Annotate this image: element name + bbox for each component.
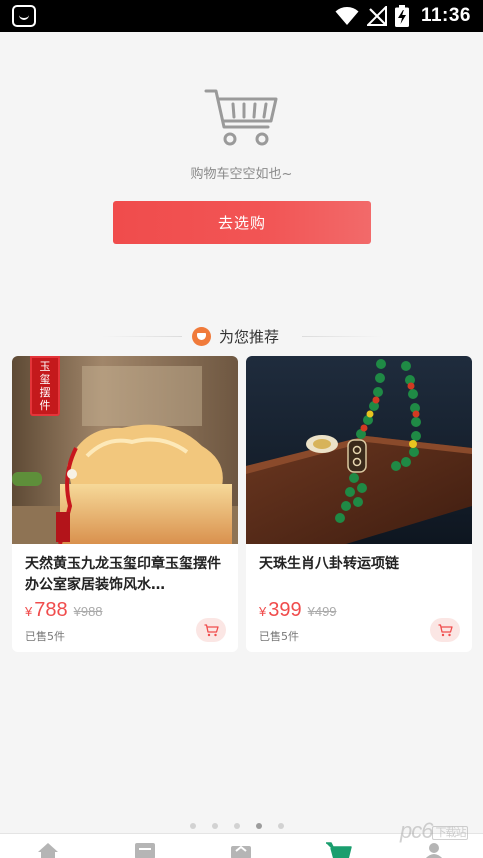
pager-dot[interactable]	[278, 823, 284, 829]
price: ¥788	[25, 599, 68, 621]
divider-right	[302, 336, 382, 337]
list-icon[interactable]	[134, 842, 156, 858]
dzi-necklace-photo	[246, 356, 472, 544]
product-tag: 玉玺摆件	[30, 356, 60, 416]
product-card[interactable]: 玉玺摆件 天然黄玉九龙玉玺印章玉玺摆件办公室家居装饰风水… ¥788 ¥988 …	[12, 356, 238, 652]
recommend-header: 为您推荐	[0, 324, 483, 350]
wifi-icon	[335, 7, 359, 25]
add-to-cart-button[interactable]	[430, 618, 460, 642]
product-image-jade-seal[interactable]: 玉玺摆件	[12, 356, 238, 544]
price-row: ¥788 ¥988	[25, 599, 103, 622]
shopping-cart-icon	[204, 89, 278, 146]
pager-dot[interactable]	[234, 823, 240, 829]
watermark: pc6 下载站	[400, 818, 469, 844]
pager-dot-active[interactable]	[256, 823, 262, 829]
gift-box-icon[interactable]	[230, 842, 252, 858]
no-signal-icon	[366, 6, 387, 26]
shopping-cart-icon	[204, 623, 219, 636]
user-icon[interactable]	[424, 842, 444, 858]
pager-dots	[190, 823, 284, 829]
status-icons: 11:36	[335, 4, 471, 28]
sold-count: 已售5件	[259, 630, 299, 643]
shopping-cart-icon	[438, 623, 453, 636]
sold-count: 已售5件	[25, 630, 65, 643]
pager-dot[interactable]	[212, 823, 218, 829]
pager-dot[interactable]	[190, 823, 196, 829]
price: ¥399	[259, 599, 302, 621]
heart-badge-icon	[192, 327, 211, 346]
divider-left	[102, 336, 182, 337]
empty-cart-state: 购物车空空如也~ 去选购	[0, 32, 483, 302]
add-to-cart-button[interactable]	[196, 618, 226, 642]
product-title[interactable]: 天珠生肖八卦转运项链	[259, 554, 464, 575]
go-shopping-button[interactable]: 去选购	[113, 201, 371, 244]
price-row: ¥399 ¥499	[259, 599, 337, 622]
app-notification-icon	[12, 5, 36, 27]
battery-charging-icon	[394, 5, 409, 27]
status-bar: 11:36	[0, 0, 483, 32]
clock: 11:36	[420, 5, 471, 26]
shopping-cart-icon[interactable]	[325, 842, 353, 858]
original-price: ¥499	[307, 604, 337, 619]
home-icon[interactable]	[37, 842, 59, 858]
product-card[interactable]: 天珠生肖八卦转运项链 ¥399 ¥499 已售5件	[246, 356, 472, 652]
empty-cart-message: 购物车空空如也~	[190, 167, 293, 182]
recommend-title: 为您推荐	[219, 328, 280, 346]
original-price: ¥988	[73, 604, 103, 619]
product-title[interactable]: 天然黄玉九龙玉玺印章玉玺摆件办公室家居装饰风水…	[25, 554, 230, 596]
product-image-dzi-necklace[interactable]	[246, 356, 472, 544]
